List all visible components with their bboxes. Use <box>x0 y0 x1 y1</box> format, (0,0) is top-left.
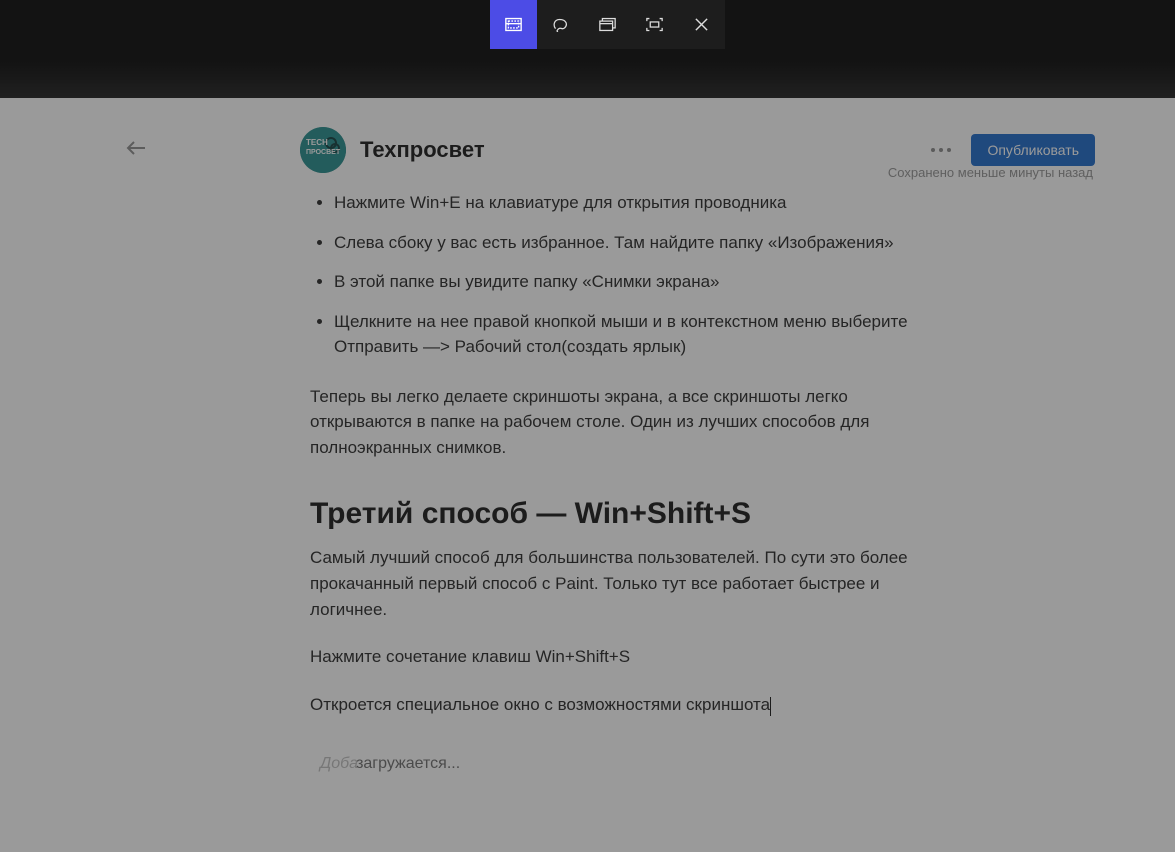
close-snip-button[interactable] <box>678 0 725 49</box>
list-item[interactable]: Нажмите Win+E на клавиатуре для открытия… <box>334 190 912 216</box>
rectangular-snip-icon <box>505 17 522 32</box>
more-menu-button[interactable] <box>929 138 953 162</box>
paragraph[interactable]: Теперь вы легко делаете скриншоты экрана… <box>310 384 912 461</box>
loading-text: загружается... <box>356 755 460 772</box>
snip-toolbar <box>490 0 725 49</box>
list-item[interactable]: В этой папке вы увидите папку «Снимки эк… <box>334 269 912 295</box>
close-icon <box>693 17 710 32</box>
section-heading[interactable]: Третий способ — Win+Shift+S <box>310 497 912 531</box>
save-status: Сохранено меньше минуты назад <box>888 165 1093 180</box>
text-cursor <box>770 697 771 716</box>
paragraph-active[interactable]: Откроется специальное окно с возможностя… <box>310 692 912 718</box>
add-block-row[interactable]: Добазагружается... <box>320 755 460 773</box>
paragraph[interactable]: Нажмите сочетание клавиш Win+Shift+S <box>310 644 912 670</box>
freeform-snip-icon <box>552 17 569 32</box>
add-block-placeholder: Доба <box>320 755 358 772</box>
channel-avatar[interactable]: TECH ПРОСВЕТ <box>300 127 346 173</box>
svg-text:ПРОСВЕТ: ПРОСВЕТ <box>306 149 341 156</box>
fullscreen-snip-button[interactable] <box>631 0 678 49</box>
window-snip-button[interactable] <box>584 0 631 49</box>
list-item[interactable]: Щелкните на нее правой кнопкой мыши и в … <box>334 309 912 360</box>
paragraph[interactable]: Самый лучший способ для большинства поль… <box>310 545 912 622</box>
publish-button[interactable]: Опубликовать <box>971 134 1095 166</box>
rectangular-snip-button[interactable] <box>490 0 537 49</box>
freeform-snip-button[interactable] <box>537 0 584 49</box>
arrow-left-icon <box>126 140 146 156</box>
svg-text:TECH: TECH <box>306 138 328 147</box>
paragraph-text: Откроется специальное окно с возможностя… <box>310 695 770 714</box>
list-item[interactable]: Слева сбоку у вас есть избранное. Там на… <box>334 230 912 256</box>
fullscreen-snip-icon <box>646 17 663 32</box>
dots-horizontal-icon <box>931 148 951 152</box>
channel-name[interactable]: Техпросвет <box>360 137 485 163</box>
window-snip-icon <box>599 17 616 32</box>
avatar-image: TECH ПРОСВЕТ <box>300 127 346 173</box>
article-body[interactable]: Нажмите Win+E на клавиатуре для открытия… <box>310 190 912 740</box>
back-button[interactable] <box>126 140 146 156</box>
instruction-list: Нажмите Win+E на клавиатуре для открытия… <box>334 190 912 360</box>
